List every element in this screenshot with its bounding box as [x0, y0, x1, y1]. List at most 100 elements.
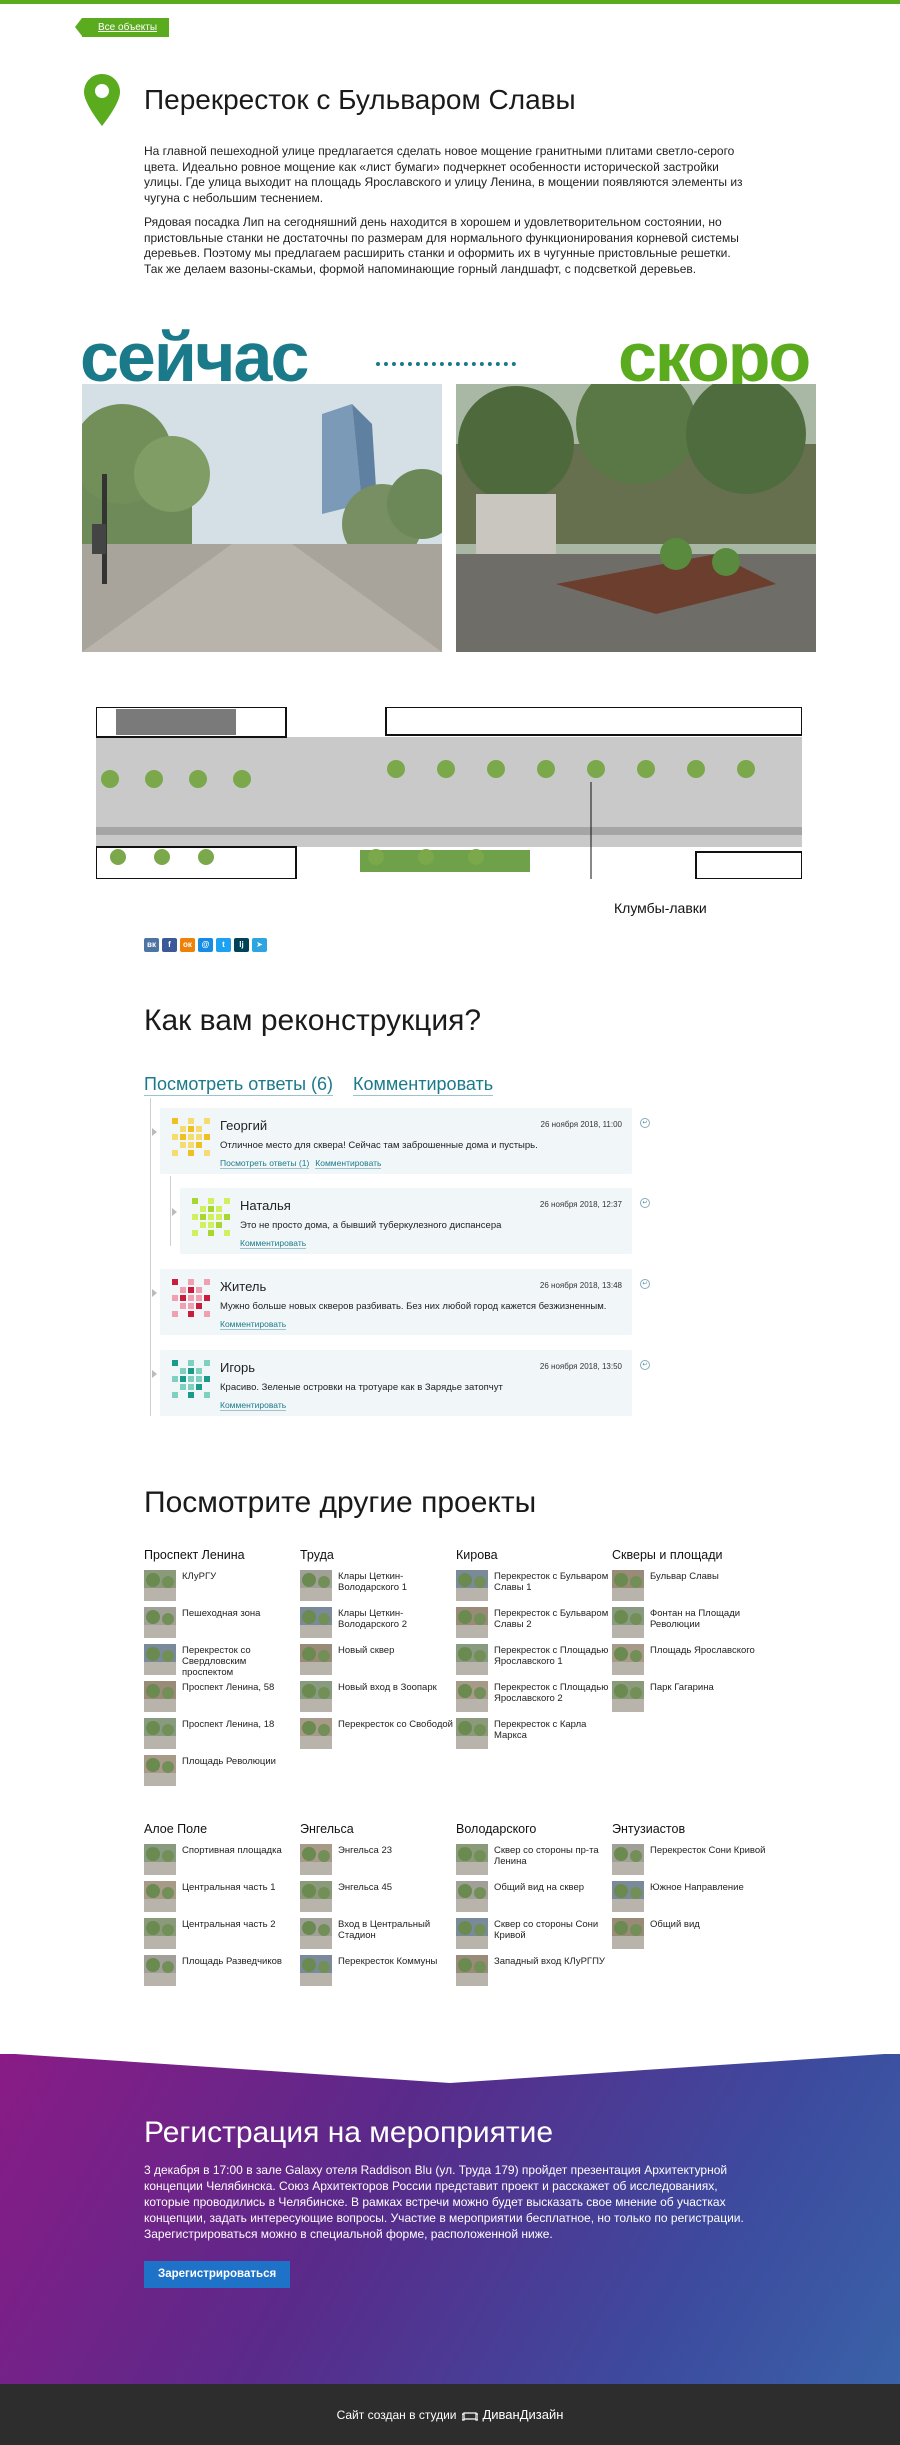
- avatar: [172, 1360, 210, 1398]
- comment-date: 26 ноября 2018, 12:37: [539, 1200, 622, 1209]
- project-thumbnail: [144, 1844, 176, 1875]
- reply-icon[interactable]: ↩: [640, 1198, 650, 1208]
- project-link[interactable]: Новый сквер: [300, 1644, 450, 1681]
- facebook-icon[interactable]: f: [162, 938, 177, 952]
- project-link-label: КЛуРГУ: [182, 1571, 217, 1582]
- project-link[interactable]: КЛуРГУ: [144, 1570, 294, 1607]
- project-link[interactable]: Перекресток со Свободой: [300, 1718, 453, 1755]
- project-link-label: Площадь Революции: [182, 1756, 276, 1767]
- sofa-icon: [462, 2411, 479, 2421]
- project-link-label: Пешеходная зона: [182, 1608, 261, 1619]
- project-link[interactable]: Перекресток с Бульваром Славы 1: [456, 1570, 608, 1607]
- project-column: Труда Клары Цеткин-Володарского 1 Клары …: [300, 1548, 453, 1755]
- comment-text: Отличное место для сквера! Сейчас там за…: [220, 1140, 538, 1151]
- comment-date: 26 ноября 2018, 13:48: [539, 1281, 622, 1290]
- project-link[interactable]: Центральная часть 1: [144, 1881, 294, 1918]
- project-link[interactable]: Пешеходная зона: [144, 1607, 294, 1644]
- project-link[interactable]: Проспект Ленина, 58: [144, 1681, 294, 1718]
- site-plan-diagram: [96, 707, 802, 879]
- project-link[interactable]: Западный вход КЛуРГПУ: [456, 1955, 606, 1992]
- reply-comment-link[interactable]: Комментировать: [220, 1319, 287, 1330]
- project-link-label: Клары Цеткин-Володарского 1: [338, 1571, 408, 1593]
- project-column-heading: Скверы и площади: [612, 1548, 723, 1562]
- project-thumbnail: [456, 1881, 488, 1912]
- reply-comment-link[interactable]: Комментировать: [315, 1158, 382, 1169]
- view-replies-link[interactable]: Посмотреть ответы (1): [220, 1158, 310, 1169]
- project-link[interactable]: Перекресток с Карла Маркса: [456, 1718, 606, 1755]
- project-link[interactable]: Фонтан на Площади Революции: [612, 1607, 762, 1644]
- reply-comment-link[interactable]: Комментировать: [240, 1238, 307, 1249]
- project-link-label: Площадь Ярославского: [650, 1645, 755, 1656]
- project-link[interactable]: Площадь Разведчиков: [144, 1955, 294, 1992]
- project-link[interactable]: Общий вид на сквер: [456, 1881, 606, 1918]
- project-link[interactable]: Перекресток с Бульваром Славы 2: [456, 1607, 608, 1644]
- comment-author: Игорь: [220, 1360, 256, 1375]
- project-link[interactable]: Энгельса 45: [300, 1881, 450, 1918]
- project-link-label: Новый вход в Зоопарк: [338, 1682, 437, 1693]
- add-comment-tab[interactable]: Комментировать: [353, 1074, 494, 1096]
- vk-icon[interactable]: вк: [144, 938, 159, 952]
- back-to-all-objects-link[interactable]: Все объекты: [74, 18, 170, 37]
- project-link[interactable]: Сквер со стороны пр-та Ленина: [456, 1844, 606, 1881]
- project-link[interactable]: Перекресток с Площадью Ярославского 2: [456, 1681, 608, 1718]
- livejournal-icon[interactable]: lj: [234, 938, 249, 952]
- project-thumbnail: [300, 1570, 332, 1601]
- project-link[interactable]: Перекресток с Площадью Ярославского 1: [456, 1644, 608, 1681]
- odnoklassniki-icon[interactable]: ок: [180, 938, 195, 952]
- project-link[interactable]: Сквер со стороны Сони Кривой: [456, 1918, 606, 1955]
- project-link-label: Проспект Ленина, 58: [182, 1682, 275, 1693]
- reply-comment-link[interactable]: Комментировать: [220, 1400, 287, 1411]
- moimir-icon[interactable]: @: [198, 938, 213, 952]
- telegram-icon[interactable]: ➤: [252, 938, 267, 952]
- comment-text: Это не просто дома, а бывший туберкулезн…: [240, 1220, 502, 1231]
- project-link[interactable]: Энгельса 23: [300, 1844, 450, 1881]
- project-link[interactable]: Общий вид: [612, 1918, 762, 1955]
- project-link[interactable]: Новый вход в Зоопарк: [300, 1681, 450, 1718]
- project-link[interactable]: Спортивная площадка: [144, 1844, 294, 1881]
- now-heading: сейчас: [80, 318, 309, 396]
- project-thumbnail: [612, 1881, 644, 1912]
- project-thumbnail: [456, 1955, 488, 1986]
- project-link[interactable]: Вход в Центральный Стадион: [300, 1918, 450, 1955]
- project-thumbnail: [144, 1755, 176, 1786]
- project-thumbnail: [144, 1607, 176, 1638]
- future-street-render: [456, 384, 816, 652]
- registration-section: Регистрация на мероприятие 3 декабря в 1…: [0, 2054, 900, 2384]
- comment-card: Житель 26 ноября 2018, 13:48 Мужно больш…: [160, 1269, 632, 1335]
- project-thumbnail: [456, 1681, 488, 1712]
- project-link[interactable]: Парк Гагарина: [612, 1681, 762, 1718]
- comment-text: Мужно больше новых скверов разбивать. Бе…: [220, 1301, 607, 1312]
- project-thumbnail: [612, 1681, 644, 1712]
- project-link[interactable]: Перекресток Сони Кривой: [612, 1844, 765, 1881]
- dotted-divider: [376, 362, 516, 366]
- description: На главной пешеходной улице предлагается…: [144, 144, 744, 286]
- project-link[interactable]: Перекресток со Свердловским проспектом: [144, 1644, 294, 1681]
- project-link[interactable]: Площадь Революции: [144, 1755, 294, 1792]
- twitter-icon[interactable]: t: [216, 938, 231, 952]
- plan-callout-label: Клумбы-лавки: [614, 900, 707, 916]
- project-link[interactable]: Южное Направление: [612, 1881, 762, 1918]
- project-column-heading: Энтузиастов: [612, 1822, 686, 1836]
- studio-brand-link[interactable]: ДиванДизайн: [462, 2407, 563, 2422]
- comments-tabs: Посмотреть ответы (6) Комментировать: [144, 1074, 494, 1096]
- project-thumbnail: [612, 1844, 644, 1875]
- project-column-heading: Проспект Ленина: [144, 1548, 245, 1562]
- reply-icon[interactable]: ↩: [640, 1360, 650, 1370]
- project-thumbnail: [456, 1570, 488, 1601]
- project-thumbnail: [456, 1918, 488, 1949]
- reply-icon[interactable]: ↩: [640, 1279, 650, 1289]
- comment-text: Красиво. Зеленые островки на тротуаре ка…: [220, 1382, 503, 1393]
- project-column-heading: Кирова: [456, 1548, 498, 1562]
- project-link-label: Центральная часть 1: [182, 1882, 276, 1893]
- project-link[interactable]: Клары Цеткин-Володарского 1: [300, 1570, 450, 1607]
- view-answers-tab[interactable]: Посмотреть ответы (6): [144, 1074, 334, 1096]
- project-link[interactable]: Бульвар Славы: [612, 1570, 762, 1607]
- project-link[interactable]: Перекресток Коммуны: [300, 1955, 450, 1992]
- project-link[interactable]: Проспект Ленина, 18: [144, 1718, 294, 1755]
- project-link-label: Перекресток Коммуны: [338, 1956, 438, 1967]
- register-button[interactable]: Зарегистрироваться: [144, 2261, 291, 2288]
- project-link[interactable]: Площадь Ярославского: [612, 1644, 762, 1681]
- reply-icon[interactable]: ↩: [640, 1118, 650, 1128]
- project-link[interactable]: Центральная часть 2: [144, 1918, 294, 1955]
- project-link[interactable]: Клары Цеткин-Володарского 2: [300, 1607, 450, 1644]
